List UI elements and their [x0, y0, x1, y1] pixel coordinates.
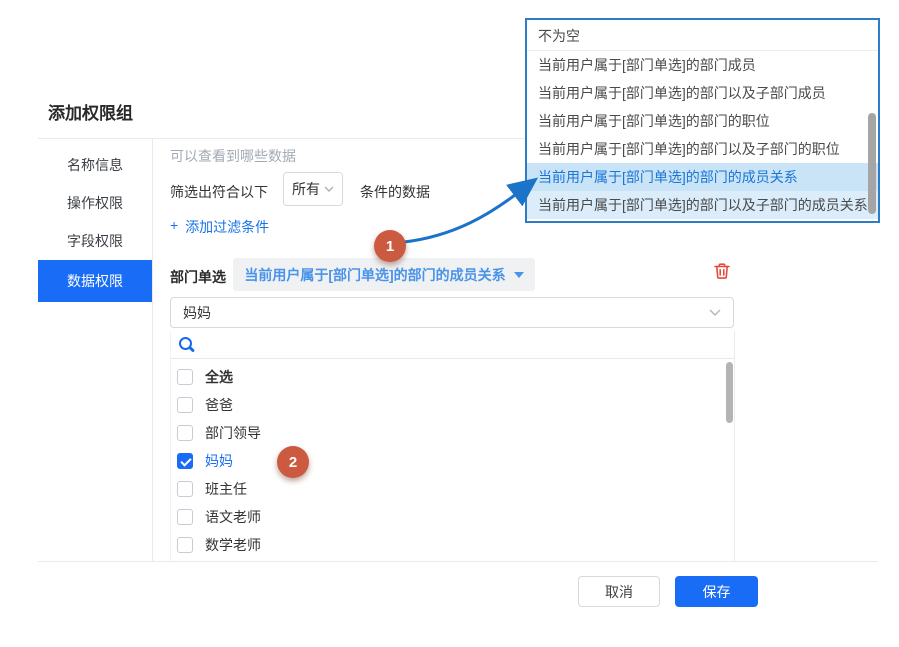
search-icon	[179, 337, 195, 353]
department-option-panel: 全选爸爸部门领导妈妈班主任语文老师数学老师	[170, 331, 735, 561]
dropdown-option-5[interactable]: 当前用户属于[部门单选]的部门以及子部门的职位	[527, 135, 878, 163]
dropdown-option-3[interactable]: 当前用户属于[部门单选]的部门以及子部门成员	[527, 79, 878, 107]
dropdown-option-6[interactable]: 当前用户属于[部门单选]的部门的成员关系	[527, 163, 878, 191]
caret-down-icon	[514, 272, 524, 278]
add-permission-group-dialog: 添加权限组 名称信息操作权限字段权限数据权限 可以查看到哪些数据 筛选出符合以下…	[0, 0, 899, 647]
add-filter-condition-label: 添加过滤条件	[185, 217, 269, 237]
option-row[interactable]: 班主任	[171, 475, 734, 503]
sidebar-divider	[152, 138, 153, 561]
filter-suffix-label: 条件的数据	[360, 182, 430, 202]
page-title: 添加权限组	[48, 99, 133, 124]
sidebar-item-1[interactable]: 名称信息	[38, 146, 152, 184]
chevron-down-icon	[709, 309, 721, 316]
annotation-badge-1: 1	[374, 230, 406, 262]
dropdown-scrollbar[interactable]	[868, 113, 876, 214]
footer-divider	[38, 561, 878, 562]
data-scope-hint: 可以查看到哪些数据	[170, 146, 296, 166]
checkbox-unchecked[interactable]	[177, 481, 193, 497]
option-label: 数学老师	[205, 535, 261, 555]
sidebar: 名称信息操作权限字段权限数据权限	[38, 146, 152, 302]
checkbox-checked[interactable]	[177, 453, 193, 469]
option-row[interactable]: 数学老师	[171, 531, 734, 559]
checkbox-unchecked[interactable]	[177, 397, 193, 413]
trash-icon	[712, 261, 732, 281]
option-row[interactable]: 爸爸	[171, 391, 734, 419]
condition-trigger-label: 当前用户属于[部门单选]的部门的成员关系	[244, 265, 505, 285]
annotation-badge-2: 2	[277, 446, 309, 478]
option-label: 部门领导	[205, 423, 261, 443]
dropdown-option-7[interactable]: 当前用户属于[部门单选]的部门以及子部门的成员关系	[527, 191, 878, 219]
option-row[interactable]: 全选	[171, 363, 734, 391]
option-list: 全选爸爸部门领导妈妈班主任语文老师数学老师	[171, 359, 734, 559]
condition-dropdown: 不为空当前用户属于[部门单选]的部门成员当前用户属于[部门单选]的部门以及子部门…	[525, 18, 880, 223]
option-row[interactable]: 语文老师	[171, 503, 734, 531]
dropdown-option-1[interactable]: 不为空	[527, 22, 878, 51]
checkbox-unchecked[interactable]	[177, 369, 193, 385]
add-filter-condition-link[interactable]: + 添加过滤条件	[170, 217, 269, 237]
cancel-button[interactable]: 取消	[578, 576, 660, 607]
field-label-department: 部门单选	[170, 267, 226, 287]
dropdown-option-4[interactable]: 当前用户属于[部门单选]的部门的职位	[527, 107, 878, 135]
filter-prefix-label: 筛选出符合以下	[170, 182, 268, 202]
option-row[interactable]: 妈妈	[171, 447, 734, 475]
department-value-select[interactable]: 妈妈	[170, 297, 734, 328]
option-label: 妈妈	[205, 451, 233, 471]
condition-trigger[interactable]: 当前用户属于[部门单选]的部门的成员关系	[233, 258, 535, 291]
option-list-scrollbar[interactable]	[726, 362, 733, 423]
checkbox-unchecked[interactable]	[177, 509, 193, 525]
sidebar-item-2[interactable]: 操作权限	[38, 184, 152, 222]
sidebar-item-3[interactable]: 字段权限	[38, 222, 152, 260]
option-row[interactable]: 部门领导	[171, 419, 734, 447]
department-value: 妈妈	[183, 303, 211, 323]
option-label: 全选	[205, 367, 233, 387]
plus-icon: +	[170, 217, 178, 237]
option-search-row[interactable]	[171, 331, 734, 359]
sidebar-item-4[interactable]: 数据权限	[38, 260, 152, 302]
option-label: 语文老师	[205, 507, 261, 527]
option-label: 爸爸	[205, 395, 233, 415]
dropdown-option-2[interactable]: 当前用户属于[部门单选]的部门成员	[527, 51, 878, 79]
save-button[interactable]: 保存	[675, 576, 758, 607]
delete-condition-button[interactable]	[712, 261, 732, 281]
chevron-down-icon	[324, 186, 334, 192]
checkbox-unchecked[interactable]	[177, 537, 193, 553]
option-label: 班主任	[205, 479, 247, 499]
filter-mode-select[interactable]: 所有	[283, 172, 343, 206]
checkbox-unchecked[interactable]	[177, 425, 193, 441]
filter-mode-value: 所有	[292, 179, 320, 199]
